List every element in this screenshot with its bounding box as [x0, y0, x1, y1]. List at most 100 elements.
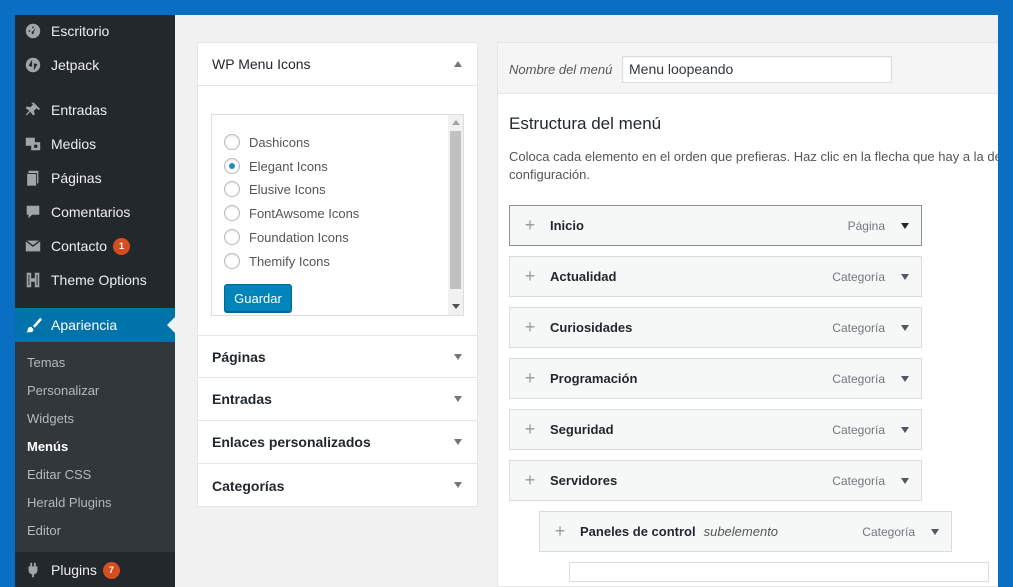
radio-button[interactable]	[224, 253, 240, 269]
chevron-down-icon	[454, 482, 462, 488]
menu-item-type: Categoría	[862, 524, 915, 539]
subitem-tag: subelemento	[703, 524, 779, 539]
scrollbar-thumb[interactable]	[450, 131, 461, 289]
scroll-up-icon[interactable]	[452, 120, 460, 125]
menu-item-title-text: Paneles de control	[580, 524, 696, 539]
scroll-down-icon[interactable]	[452, 304, 460, 309]
icon-set-list: Dashicons Elegant Icons Elusive Icons Fo…	[211, 114, 464, 316]
radio-button[interactable]	[224, 229, 240, 245]
menu-item-type: Página	[847, 218, 885, 233]
radio-label: FontAwsome Icons	[249, 205, 360, 221]
sidebar-item-theme-options[interactable]: Theme Options	[15, 263, 175, 297]
menu-item-paneles-de-control[interactable]: + Paneles de control subelemento Categorí…	[539, 511, 952, 552]
jetpack-icon	[15, 56, 51, 74]
menu-item-programacion[interactable]: + Programación Categoría	[509, 358, 922, 399]
drag-handle-icon[interactable]: +	[510, 266, 550, 287]
sidebar-item-paginas[interactable]: Páginas	[15, 161, 175, 195]
drag-handle-icon[interactable]: +	[540, 521, 580, 542]
admin-sidebar: Escritorio Jetpack Entradas Medios Págin…	[15, 15, 175, 587]
menu-item-title: Paneles de control subelemento	[580, 524, 778, 539]
notification-badge: 7	[102, 561, 120, 579]
radio-label: Dashicons	[249, 134, 310, 150]
menu-item-inicio[interactable]: + Inicio Página	[509, 205, 922, 246]
accordion-wp-menu-icons[interactable]: WP Menu Icons	[198, 43, 477, 86]
sidebar-item-label: Plugins	[51, 562, 97, 578]
drag-handle-icon[interactable]: +	[510, 215, 550, 236]
submenu-item-herald-plugins[interactable]: Herald Plugins	[27, 495, 112, 510]
radio-button[interactable]	[224, 205, 240, 221]
radio-button[interactable]	[224, 158, 240, 174]
radio-fontawsome-icons[interactable]: FontAwsome Icons	[224, 204, 359, 222]
menu-item-actualidad[interactable]: + Actualidad Categoría	[509, 256, 922, 297]
chevron-down-icon[interactable]	[931, 529, 939, 535]
sidebar-item-jetpack[interactable]: Jetpack	[15, 48, 175, 82]
submenu-item-editar-css[interactable]: Editar CSS	[27, 467, 91, 482]
menu-item-title: Curiosidades	[550, 320, 633, 335]
sidebar-item-apariencia[interactable]: Apariencia	[15, 308, 175, 342]
radio-themify-icons[interactable]: Themify Icons	[224, 252, 330, 270]
menu-name-input[interactable]: Menu loopeando	[622, 56, 892, 83]
radio-label: Foundation Icons	[249, 229, 349, 245]
menu-item-type: Categoría	[832, 320, 885, 335]
sidebar-item-entradas[interactable]: Entradas	[15, 93, 175, 127]
sidebar-item-label: Medios	[51, 136, 97, 152]
menu-item-seguridad[interactable]: + Seguridad Categoría	[509, 409, 922, 450]
sidebar-item-label: Jetpack	[51, 57, 100, 73]
save-button[interactable]: Guardar	[224, 284, 292, 312]
structure-description-line: Coloca cada elemento en el orden que pre…	[509, 149, 998, 164]
accordion-title: Enlaces personalizados	[212, 434, 371, 450]
chevron-down-icon[interactable]	[901, 325, 909, 331]
drag-handle-icon[interactable]: +	[510, 368, 550, 389]
drag-handle-icon[interactable]: +	[510, 317, 550, 338]
radio-button[interactable]	[224, 181, 240, 197]
menu-name-bar: Nombre del menú Menu loopeando	[498, 43, 998, 94]
sidebar-item-escritorio[interactable]: Escritorio	[15, 15, 175, 48]
menu-item-curiosidades[interactable]: + Curiosidades Categoría	[509, 307, 922, 348]
radio-dashicons[interactable]: Dashicons	[224, 133, 310, 151]
radio-label: Elusive Icons	[249, 181, 326, 197]
accordion-categorias[interactable]: Categorías	[198, 464, 477, 507]
radio-foundation-icons[interactable]: Foundation Icons	[224, 228, 349, 246]
sidebar-item-comentarios[interactable]: Comentarios	[15, 195, 175, 229]
structure-title: Estructura del menú	[509, 114, 662, 133]
submenu-item-widgets[interactable]: Widgets	[27, 411, 74, 426]
chevron-down-icon[interactable]	[901, 274, 909, 280]
scrollbar[interactable]	[448, 115, 463, 315]
accordion-enlaces-personalizados[interactable]: Enlaces personalizados	[198, 421, 477, 464]
drag-handle-icon[interactable]: +	[510, 470, 550, 491]
accordion-title: WP Menu Icons	[212, 56, 311, 72]
accordion-title: Entradas	[212, 391, 272, 407]
drag-handle-icon[interactable]: +	[510, 419, 550, 440]
sidebar-item-label: Comentarios	[51, 204, 131, 220]
sidebar-item-label: Escritorio	[51, 23, 110, 39]
chevron-down-icon[interactable]	[901, 376, 909, 382]
accordion-paginas[interactable]: Páginas	[198, 335, 477, 378]
submenu-item-editor[interactable]: Editor	[27, 523, 61, 538]
sidebar-item-plugins[interactable]: Plugins 7	[15, 553, 175, 587]
structure-description: Coloca cada elemento en el orden que pre…	[509, 148, 998, 184]
menu-item-title: Actualidad	[550, 269, 617, 284]
accordion-entradas[interactable]: Entradas	[198, 378, 477, 421]
menu-name-label: Nombre del menú	[509, 62, 613, 77]
submenu-item-menus[interactable]: Menús	[27, 439, 68, 454]
pages-icon	[15, 169, 51, 187]
chevron-down-icon[interactable]	[901, 478, 909, 484]
sidebar-item-medios[interactable]: Medios	[15, 127, 175, 161]
menu-items-accordion: WP Menu Icons Dashicons Elegant Icons El…	[197, 42, 478, 507]
chevron-down-icon[interactable]	[901, 223, 909, 229]
menu-item-type: Categoría	[832, 422, 885, 437]
chevron-down-icon[interactable]	[901, 427, 909, 433]
menu-item-partial[interactable]	[569, 562, 989, 582]
sidebar-item-contacto[interactable]: Contacto 1	[15, 229, 175, 263]
radio-elegant-icons[interactable]: Elegant Icons	[224, 157, 328, 175]
radio-button[interactable]	[224, 134, 240, 150]
comment-icon	[15, 203, 51, 221]
radio-elusive-icons[interactable]: Elusive Icons	[224, 180, 326, 198]
sidebar-item-label: Entradas	[51, 102, 108, 118]
submenu-item-personalizar[interactable]: Personalizar	[27, 383, 99, 398]
plugin-icon	[15, 561, 51, 579]
submenu-item-temas[interactable]: Temas	[27, 355, 65, 370]
media-icon	[15, 135, 51, 153]
menu-item-servidores[interactable]: + Servidores Categoría	[509, 460, 922, 501]
chevron-down-icon	[454, 354, 462, 360]
